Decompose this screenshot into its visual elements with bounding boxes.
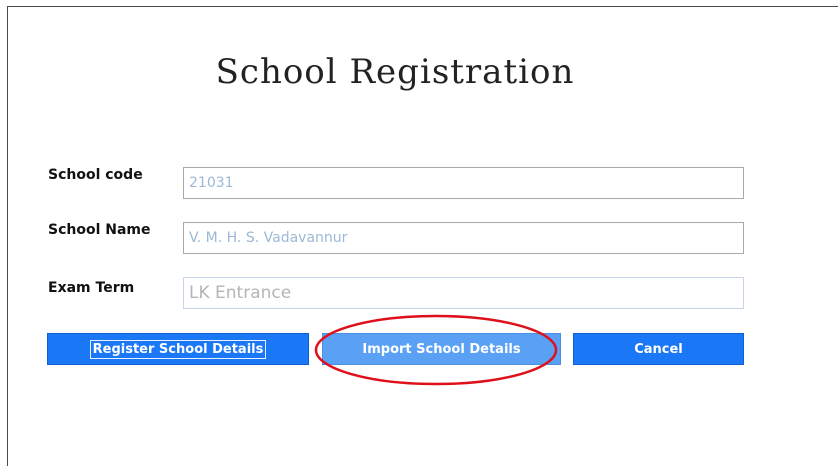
page-title: School Registration — [215, 52, 575, 92]
exam-term-field[interactable] — [183, 277, 744, 309]
cancel-button[interactable]: Cancel — [573, 333, 744, 365]
import-school-button-label: Import School Details — [362, 341, 521, 357]
school-name-field[interactable] — [183, 222, 744, 254]
school-name-label: School Name — [48, 222, 151, 238]
import-school-button[interactable]: Import School Details — [322, 333, 561, 365]
register-school-button-label: Register School Details — [89, 339, 267, 359]
cancel-button-label: Cancel — [634, 341, 683, 357]
exam-term-label: Exam Term — [48, 280, 135, 296]
school-code-label: School code — [48, 167, 143, 183]
school-code-field[interactable] — [183, 167, 744, 199]
register-school-button[interactable]: Register School Details — [47, 333, 309, 365]
